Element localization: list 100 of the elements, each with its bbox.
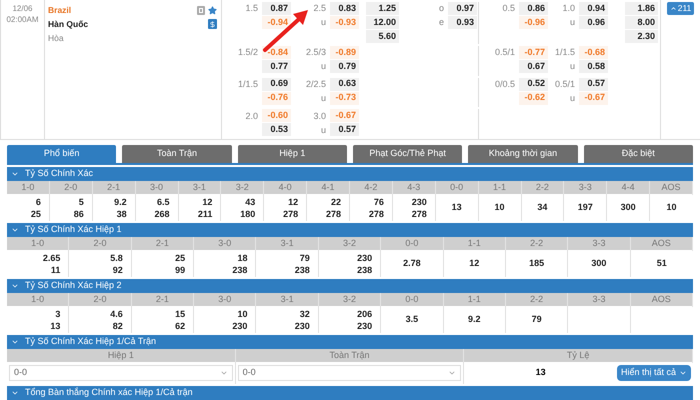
odds-value[interactable]: 0.87 bbox=[262, 2, 291, 15]
odds-value[interactable]: 180 bbox=[221, 208, 264, 220]
odds-value[interactable]: 0.96 bbox=[579, 16, 608, 29]
odds-value[interactable]: 238 bbox=[318, 264, 380, 276]
odds-value[interactable]: 0.86 bbox=[519, 2, 548, 15]
dollar-icon[interactable] bbox=[208, 19, 217, 29]
odds-value[interactable]: 79 bbox=[506, 312, 568, 326]
odds-value[interactable]: 12.00 bbox=[366, 16, 399, 29]
odds-value[interactable]: 0.83 bbox=[330, 2, 359, 15]
odds-value[interactable]: 2.30 bbox=[625, 30, 658, 43]
odds-value[interactable]: 22 bbox=[307, 196, 349, 208]
odds-value[interactable]: 4.6 bbox=[69, 308, 131, 320]
odds-value[interactable]: 230 bbox=[256, 320, 318, 332]
odds-value[interactable]: 197 bbox=[564, 200, 606, 214]
odds-value[interactable]: 0.53 bbox=[262, 123, 291, 136]
market-tab[interactable]: Toàn Trận bbox=[122, 145, 232, 163]
odds-value[interactable]: 5 bbox=[50, 196, 92, 208]
section-header[interactable]: Tỷ Số Chính Xác Hiệp 1 bbox=[7, 223, 693, 237]
odds-value[interactable]: 32 bbox=[256, 308, 318, 320]
odds-value[interactable]: 0.63 bbox=[330, 78, 359, 91]
odds-value[interactable]: 12 bbox=[444, 256, 505, 270]
odds-value[interactable]: 0.52 bbox=[519, 78, 548, 91]
odds-value[interactable]: 76 bbox=[350, 196, 392, 208]
section-header[interactable]: Tỷ Số Chính Xác Hiệp 2 bbox=[7, 279, 693, 293]
odds-value[interactable]: 9.2 bbox=[444, 312, 505, 326]
odds-value[interactable]: 1.86 bbox=[625, 2, 658, 15]
odds-value[interactable]: 25 bbox=[132, 252, 194, 264]
odds-value[interactable]: 0.94 bbox=[579, 2, 608, 15]
odds-value[interactable]: 62 bbox=[132, 320, 194, 332]
odds-value[interactable]: 278 bbox=[350, 208, 392, 220]
odds-value[interactable]: 185 bbox=[506, 256, 568, 270]
odds-value[interactable]: 15 bbox=[132, 308, 194, 320]
odds-value[interactable]: 34 bbox=[522, 200, 564, 214]
odds-value[interactable]: 0.69 bbox=[262, 78, 291, 91]
odds-value[interactable]: 79 bbox=[256, 252, 318, 264]
odds-value[interactable]: 11 bbox=[7, 264, 68, 276]
odds-value[interactable]: 0.97 bbox=[448, 2, 477, 15]
odds-value[interactable]: 230 bbox=[194, 320, 256, 332]
odds-value[interactable]: 230 bbox=[318, 320, 380, 332]
odds-value[interactable]: 238 bbox=[256, 264, 318, 276]
odds-value[interactable]: 0.58 bbox=[579, 60, 608, 73]
square-icon[interactable] bbox=[197, 6, 205, 15]
odds-value[interactable]: 1.25 bbox=[366, 2, 399, 15]
odds-value[interactable]: 10 bbox=[478, 200, 520, 214]
odds-value[interactable]: 8.00 bbox=[625, 16, 658, 29]
odds-value[interactable]: 86 bbox=[50, 208, 92, 220]
score-select[interactable]: 0-0 bbox=[9, 365, 233, 381]
odds-value[interactable]: 25 bbox=[7, 208, 49, 220]
market-tab[interactable]: Hiệp 1 bbox=[238, 145, 347, 163]
odds-value[interactable]: 2.78 bbox=[381, 256, 443, 270]
odds-value[interactable]: 12 bbox=[264, 196, 306, 208]
section-header[interactable]: Tổng Bàn thắng Chính xác Hiệp 1/Cả trận bbox=[7, 386, 693, 400]
odds-value[interactable]: 0.57 bbox=[330, 123, 359, 136]
market-tab[interactable]: Phạt Góc/Thẻ Phạt bbox=[352, 145, 462, 163]
odds-value[interactable]: 230 bbox=[318, 252, 380, 264]
odds-value[interactable]: 51 bbox=[630, 256, 693, 270]
section-header[interactable]: Tỷ Số Chính Xác Hiệp 1/Cả Trận bbox=[7, 335, 693, 349]
market-tab[interactable]: Phổ biến bbox=[7, 145, 116, 163]
odds-value[interactable]: 10 bbox=[194, 308, 256, 320]
odds-value[interactable]: 43 bbox=[221, 196, 264, 208]
odds-value[interactable]: 13 bbox=[436, 200, 478, 214]
more-markets-badge[interactable]: 211 bbox=[666, 2, 694, 15]
away-team[interactable]: Hàn Quốc bbox=[48, 17, 197, 31]
odds-value[interactable]: 278 bbox=[392, 208, 435, 220]
odds-value[interactable]: 300 bbox=[607, 200, 650, 214]
odds-value[interactable]: 3 bbox=[7, 308, 68, 320]
odds-value[interactable]: 0.77 bbox=[262, 60, 291, 73]
odds-value[interactable]: 12 bbox=[178, 196, 220, 208]
odds-value[interactable]: 9.2 bbox=[92, 196, 135, 208]
odds-value[interactable]: 6.5 bbox=[136, 196, 178, 208]
odds-value[interactable]: 2.65 bbox=[7, 252, 68, 264]
odds-value[interactable]: 211 bbox=[178, 208, 220, 220]
odds-value[interactable]: 278 bbox=[307, 208, 349, 220]
odds-value[interactable]: 0.79 bbox=[330, 60, 359, 73]
score-select[interactable]: 0-0 bbox=[238, 365, 462, 381]
odds-value[interactable]: 300 bbox=[568, 256, 630, 270]
odds-value[interactable]: 0.93 bbox=[448, 16, 477, 29]
odds-value[interactable]: 82 bbox=[69, 320, 131, 332]
odds-value[interactable]: 6 bbox=[7, 196, 49, 208]
odds-value[interactable]: 18 bbox=[194, 252, 256, 264]
odds-value[interactable]: 0.67 bbox=[519, 60, 548, 73]
market-tab[interactable]: Khoảng thời gian bbox=[468, 145, 578, 163]
odds-value[interactable]: 0.57 bbox=[579, 78, 608, 91]
odds-value[interactable]: 206 bbox=[318, 308, 380, 320]
odds-value[interactable]: 10 bbox=[650, 200, 693, 214]
odds-value[interactable]: 13 bbox=[7, 320, 68, 332]
star-icon[interactable] bbox=[208, 6, 217, 15]
odds-value[interactable]: 3.5 bbox=[381, 312, 443, 326]
odds-value[interactable]: 230 bbox=[392, 196, 435, 208]
section-header[interactable]: Tỷ Số Chính Xác bbox=[7, 167, 693, 181]
odds-value[interactable]: 278 bbox=[264, 208, 306, 220]
odds-value[interactable]: 5.8 bbox=[69, 252, 131, 264]
odds-value[interactable]: 268 bbox=[136, 208, 178, 220]
odds-value[interactable]: 5.60 bbox=[366, 30, 399, 43]
market-tab[interactable]: Đặc biệt bbox=[584, 145, 693, 163]
odds-value[interactable]: 99 bbox=[132, 264, 194, 276]
show-all-button[interactable]: Hiển thị tất cả bbox=[616, 365, 691, 381]
odds-value[interactable]: 238 bbox=[194, 264, 256, 276]
odds-value[interactable]: 38 bbox=[92, 208, 135, 220]
odds-value[interactable]: 92 bbox=[69, 264, 131, 276]
